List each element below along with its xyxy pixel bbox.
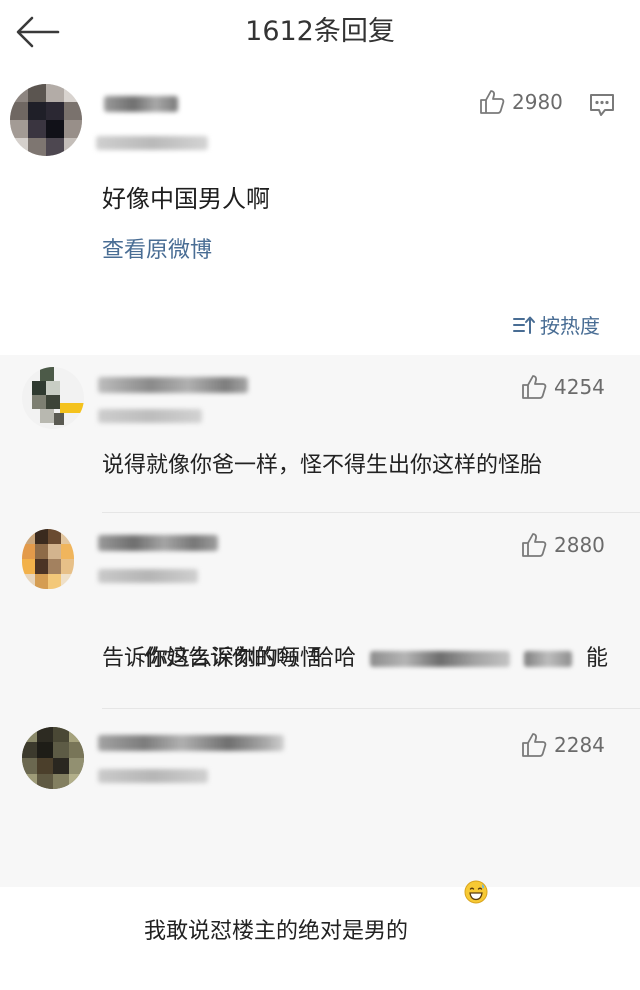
- user-avatar[interactable]: [22, 529, 74, 589]
- post-like-button[interactable]: 2980: [478, 88, 563, 116]
- post-meta-blurred: [96, 136, 208, 150]
- thumbs-up-icon: [522, 533, 547, 557]
- reply-item: 2880 你妈告诉你的吗 哈哈 能 告诉你这么深刻的领悟: [0, 513, 640, 709]
- avatar-image: [22, 727, 84, 789]
- reply-meta-blurred: [98, 569, 198, 583]
- like-count: 4254: [554, 375, 605, 399]
- like-count: 2980: [512, 90, 563, 114]
- thumbs-up-icon: [480, 90, 505, 114]
- reply-item: 2284 我敢说怼楼主的绝对是男的: [0, 709, 640, 944]
- username-blurred[interactable]: [104, 96, 178, 112]
- reply-item: 4254 说得就像你爸一样，怪不得生出你这样的怪胎: [0, 355, 640, 513]
- like-count: 2880: [554, 533, 605, 557]
- user-avatar[interactable]: [22, 727, 84, 789]
- post-content: 好像中国男人啊: [102, 185, 270, 213]
- reply-content-part: 我敢说怼楼主的绝对是男的: [143, 919, 408, 944]
- thumbs-up-icon: [522, 733, 547, 757]
- username-blurred[interactable]: [98, 535, 218, 551]
- avatar-image: [10, 84, 82, 156]
- thumbs-up-icon: [522, 375, 547, 399]
- reply-meta-blurred: [98, 409, 202, 423]
- user-avatar[interactable]: [22, 367, 84, 429]
- like-count: 2284: [554, 733, 605, 757]
- comment-bubble-icon: [590, 94, 614, 116]
- avatar-image: [22, 529, 74, 589]
- username-blurred[interactable]: [98, 377, 248, 393]
- username-blurred[interactable]: [98, 735, 284, 751]
- sort-label: 按热度: [540, 314, 600, 338]
- reply-content-line2: 告诉你这么深刻的领悟: [102, 646, 323, 671]
- reply-content: 我敢说怼楼主的绝对是男的: [102, 805, 612, 990]
- sort-icon: [513, 316, 535, 334]
- page-title: 1612条回复: [245, 16, 395, 47]
- reply-content: 说得就像你爸一样，怪不得生出你这样的怪胎: [102, 453, 543, 478]
- main-post: 2980 好像中国男人啊 查看原微博 按热度: [0, 70, 640, 355]
- avatar-image: [22, 367, 84, 429]
- reply-list: 4254 说得就像你爸一样，怪不得生出你这样的怪胎 2880 你妈告诉你的吗 哈…: [0, 355, 640, 944]
- top-bar: 1612条回复: [0, 0, 640, 64]
- reply-like-button[interactable]: 2284: [520, 731, 605, 759]
- sort-by-hotness-button[interactable]: 按热度: [512, 310, 600, 339]
- grinning-sweat-emoji-icon: [408, 842, 488, 953]
- reply-like-button[interactable]: 2880: [520, 531, 605, 559]
- reply-like-button[interactable]: 4254: [520, 373, 605, 401]
- comment-button[interactable]: [588, 92, 616, 122]
- user-avatar[interactable]: [10, 84, 82, 156]
- view-original-link[interactable]: 查看原微博: [102, 236, 212, 266]
- reply-meta-blurred: [98, 769, 208, 783]
